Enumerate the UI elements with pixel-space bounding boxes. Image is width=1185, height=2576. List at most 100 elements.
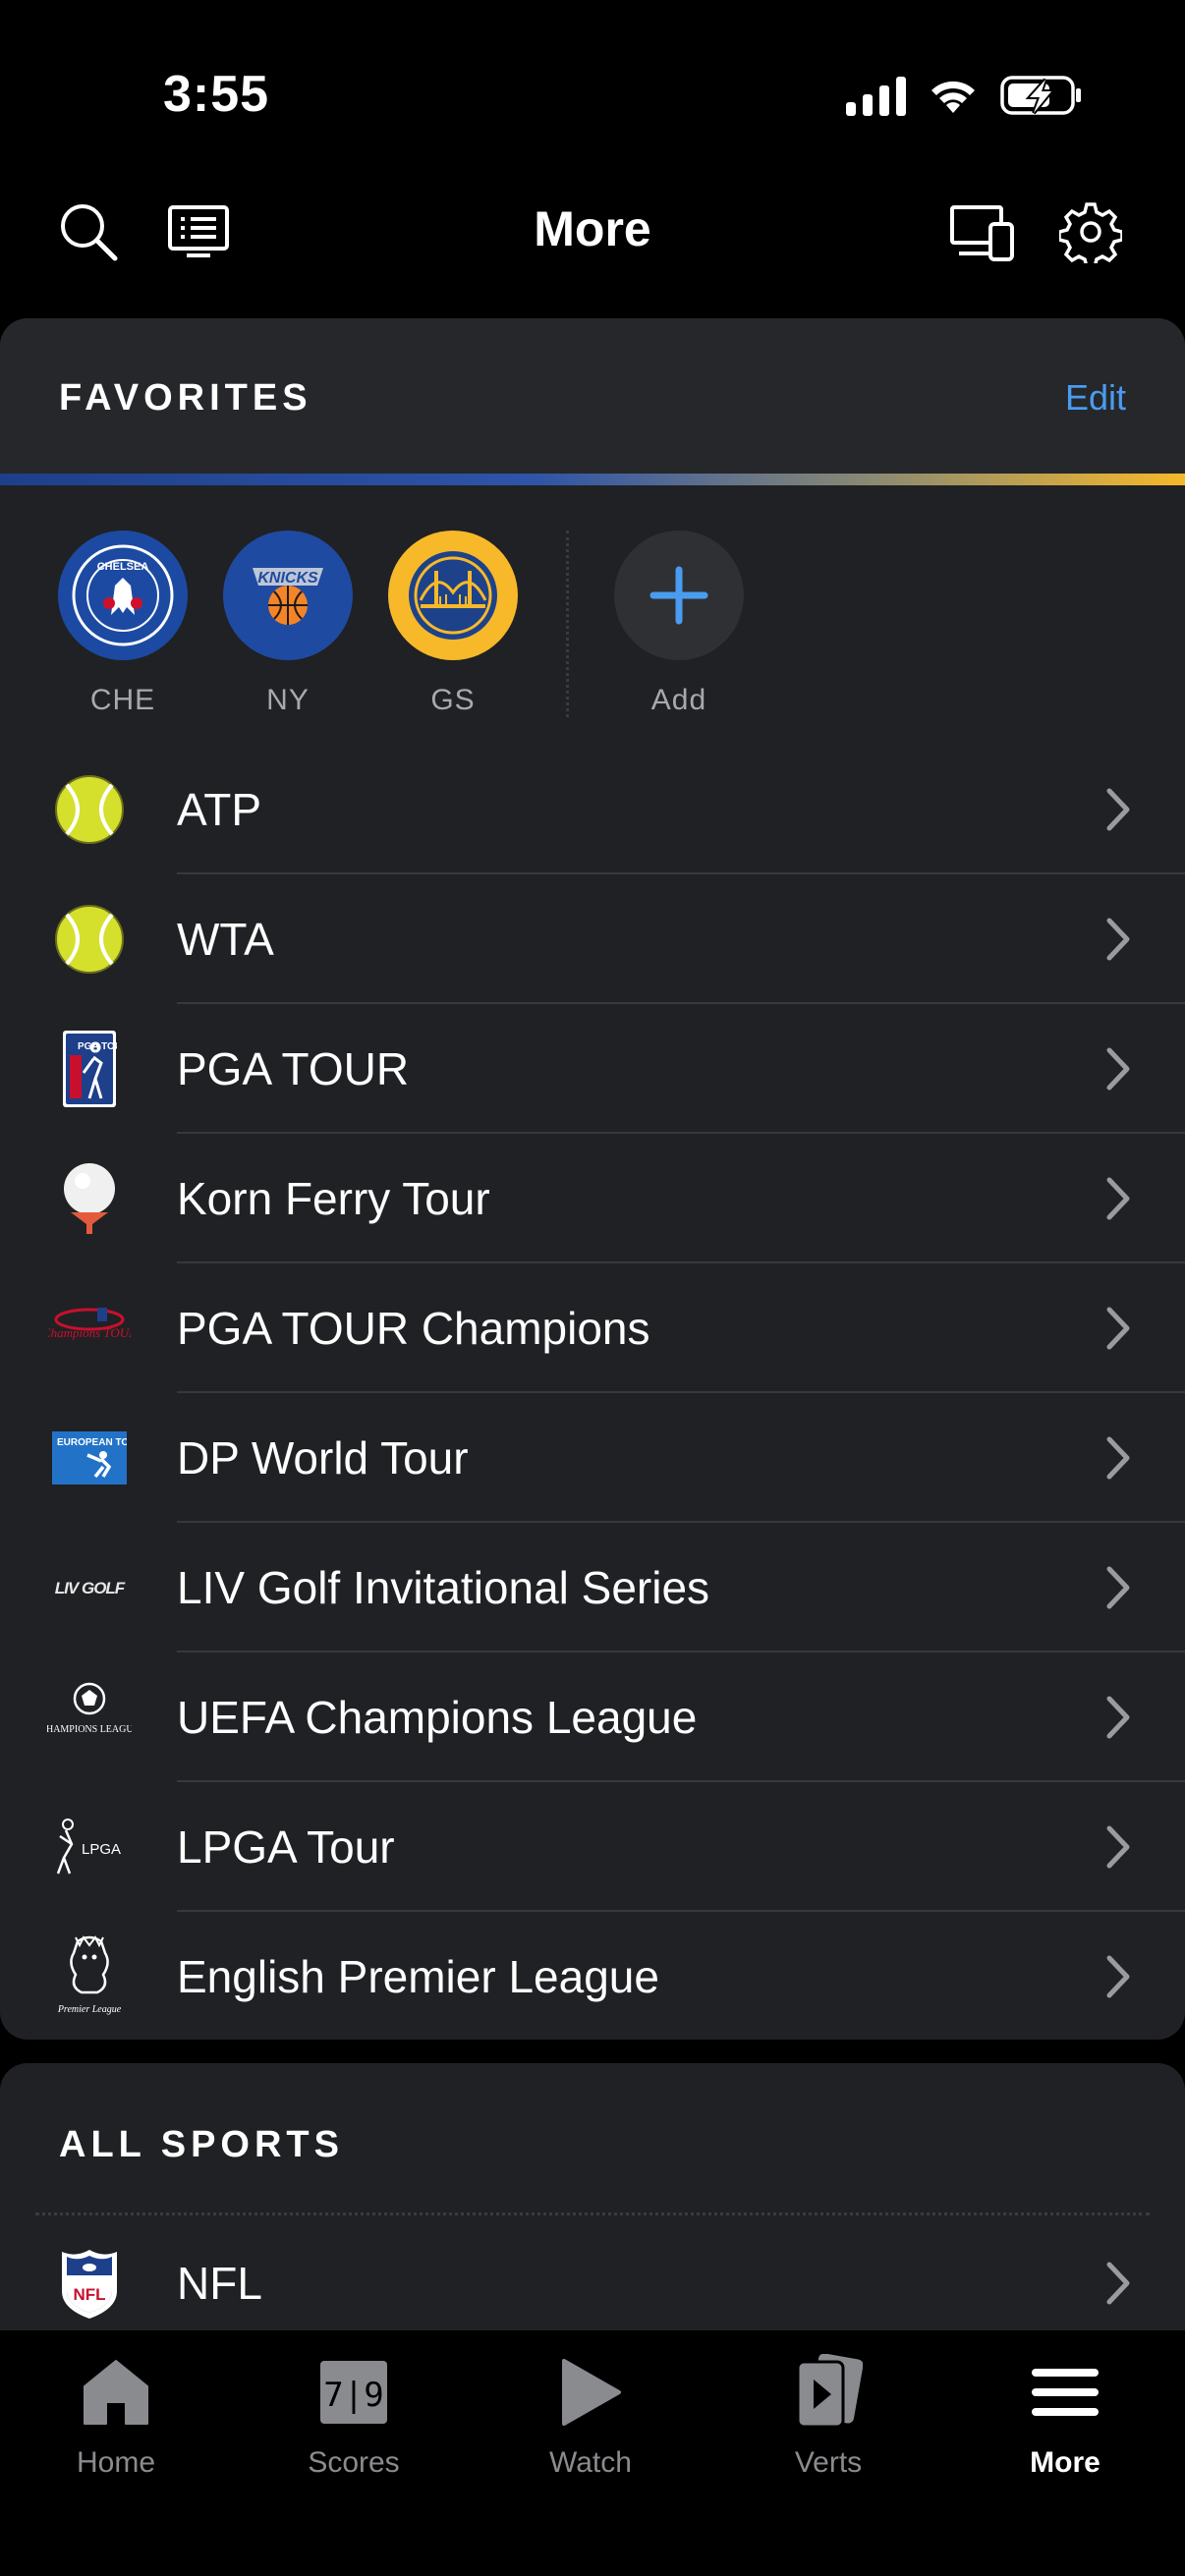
favorite-team-ny[interactable]: KNICKS NY <box>222 531 354 717</box>
play-icon <box>492 2348 689 2436</box>
status-time: 3:55 <box>163 66 270 123</box>
favorite-teams-row: CHELSEA CHE KNICKS NY GS Add <box>0 531 1185 727</box>
league-name: LPGA Tour <box>177 1821 395 1873</box>
pga-champions-logo-icon: Champions TOUR <box>45 1284 134 1372</box>
list-item-english-premier-league[interactable]: Premier League English Premier League <box>0 1912 1185 2040</box>
league-name: English Premier League <box>177 1951 659 2002</box>
nfl-logo-text: NFL <box>73 2285 105 2304</box>
chevron-right-icon <box>1099 1818 1138 1876</box>
list-item-pga-tour[interactable]: PGA TOUR PGA TOUR <box>0 1004 1185 1134</box>
svg-text:KNICKS: KNICKS <box>257 570 318 587</box>
section-divider <box>35 2212 1150 2215</box>
status-icons <box>846 71 1083 120</box>
league-name: UEFA Champions League <box>177 1692 698 1743</box>
league-name: Korn Ferry Tour <box>177 1173 490 1224</box>
list-item-dp-world-tour[interactable]: EUROPEAN TOUR DP World Tour <box>0 1393 1185 1523</box>
list-item-lpga-tour[interactable]: LPGA LPGA Tour <box>0 1782 1185 1912</box>
lpga-logo-icon: LPGA <box>45 1803 134 1891</box>
league-name: NFL <box>177 2258 262 2309</box>
dp-world-logo-text: EUROPEAN TOUR <box>57 1437 127 1448</box>
scores-icon: 7|9 <box>255 2348 452 2436</box>
cast-devices-icon[interactable] <box>947 196 1018 267</box>
champions-league-logo-icon: CHAMPIONS LEAGUE <box>45 1673 134 1762</box>
dp-world-tour-logo-icon: EUROPEAN TOUR <box>45 1414 134 1502</box>
tab-more[interactable]: More <box>967 2348 1163 2480</box>
premier-league-logo-icon: Premier League <box>45 1932 134 2021</box>
chelsea-crest-icon: CHELSEA <box>58 531 188 660</box>
edit-favorites-button[interactable]: Edit <box>1065 377 1126 419</box>
chevron-right-icon <box>1099 1947 1138 2006</box>
tab-label: Scores <box>308 2446 400 2479</box>
tab-label: Watch <box>549 2446 632 2479</box>
tab-label: Verts <box>794 2446 863 2479</box>
bottom-tab-bar: Home 7|9 Scores Watch Verts More <box>0 2330 1185 2576</box>
nfl-logo-icon: NFL <box>45 2239 134 2327</box>
league-name: LIV Golf Invitational Series <box>177 1562 710 1613</box>
status-bar: 3:55 <box>0 0 1185 167</box>
scores-icon-text: 7|9 <box>323 2376 383 2415</box>
list-item-korn-ferry-tour[interactable]: Korn Ferry Tour <box>0 1134 1185 1263</box>
chevron-right-icon <box>1099 1428 1138 1487</box>
chevron-right-icon <box>1099 2254 1138 2313</box>
list-item-liv-golf[interactable]: LIV GOLF LIV Golf Invitational Series <box>0 1523 1185 1652</box>
list-item-uefa-champions-league[interactable]: CHAMPIONS LEAGUE UEFA Champions League <box>0 1652 1185 1782</box>
list-item-wta[interactable]: WTA <box>0 874 1185 1004</box>
warriors-logo-icon <box>388 531 518 660</box>
tab-label: Home <box>76 2446 156 2479</box>
tab-watch[interactable]: Watch <box>492 2348 689 2480</box>
chelsea-logo-text: CHELSEA <box>97 561 149 573</box>
champions-logo-text: Champions TOUR <box>48 1325 131 1340</box>
favorite-team-gs[interactable]: GS <box>387 531 519 717</box>
hamburger-menu-icon <box>967 2348 1163 2436</box>
favorite-team-che[interactable]: CHELSEA CHE <box>57 531 189 717</box>
lpga-logo-text: LPGA <box>82 1841 121 1858</box>
cellular-signal-icon <box>846 75 906 116</box>
ucl-logo-text: CHAMPIONS LEAGUE <box>47 1724 132 1735</box>
team-abbr: CHE <box>89 684 156 716</box>
tab-verts[interactable]: Verts <box>730 2348 927 2480</box>
nav-bar: More <box>0 167 1185 295</box>
epl-logo-text: Premier League <box>57 2004 122 2015</box>
list-item-atp[interactable]: ATP <box>0 745 1185 874</box>
tennis-ball-icon <box>45 895 134 983</box>
chevron-right-icon <box>1099 1558 1138 1617</box>
list-item-nfl[interactable]: NFL NFL <box>0 2218 1185 2348</box>
league-name: ATP <box>177 784 262 835</box>
league-name: WTA <box>177 914 274 965</box>
home-icon <box>18 2348 214 2436</box>
knicks-logo-icon: KNICKS <box>223 531 353 660</box>
battery-charging-icon <box>1000 76 1081 115</box>
league-name: PGA TOUR <box>177 1043 410 1094</box>
list-item-pga-tour-champions[interactable]: Champions TOUR PGA TOUR Champions <box>0 1263 1185 1393</box>
verts-icon <box>730 2348 927 2436</box>
favorites-title: FAVORITES <box>59 377 312 419</box>
favorites-divider <box>566 531 569 717</box>
all-sports-title: ALL SPORTS <box>59 2124 344 2165</box>
league-name: PGA TOUR Champions <box>177 1303 650 1354</box>
golf-ball-tee-icon <box>45 1154 134 1243</box>
league-name: DP World Tour <box>177 1432 469 1484</box>
team-abbr: NY <box>266 684 310 716</box>
add-label: Add <box>650 684 707 716</box>
add-plus-icon <box>614 531 744 660</box>
chevron-right-icon <box>1099 1299 1138 1358</box>
chevron-right-icon <box>1099 780 1138 839</box>
tab-scores[interactable]: 7|9 Scores <box>255 2348 452 2480</box>
add-favorite-button[interactable]: Add <box>613 531 745 717</box>
pga-tour-logo-icon: PGA TOUR <box>45 1025 134 1113</box>
favorites-accent-bar <box>0 474 1185 485</box>
chevron-right-icon <box>1099 1039 1138 1098</box>
team-abbr: GS <box>430 684 476 716</box>
chevron-right-icon <box>1099 1169 1138 1228</box>
chevron-right-icon <box>1099 910 1138 969</box>
tab-home[interactable]: Home <box>18 2348 214 2480</box>
tab-label: More <box>1030 2446 1100 2479</box>
liv-logo-text: LIV GOLF <box>55 1579 126 1597</box>
tennis-ball-icon <box>45 765 134 854</box>
favorite-leagues-list: ATP WTA PGA TOUR PGA TOUR K <box>0 745 1185 2040</box>
wifi-icon <box>931 81 975 113</box>
liv-golf-logo-icon: LIV GOLF <box>45 1543 134 1632</box>
favorites-card: FAVORITES Edit CHELSEA CHE KNICKS NY GS … <box>0 318 1185 2040</box>
chevron-right-icon <box>1099 1688 1138 1747</box>
settings-gear-icon[interactable] <box>1055 196 1126 267</box>
